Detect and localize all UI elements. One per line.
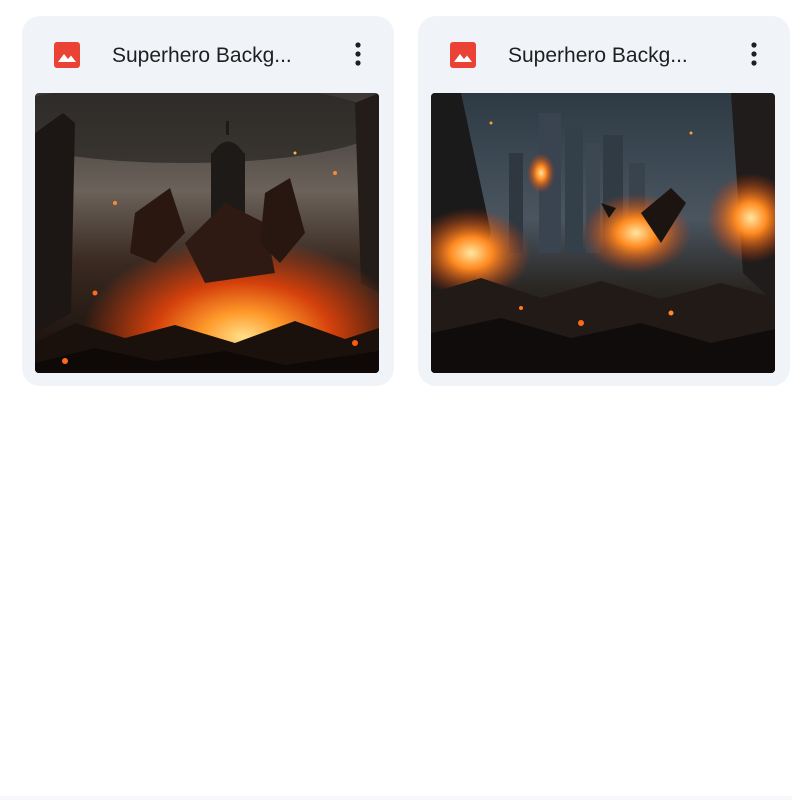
- more-options-button[interactable]: [736, 36, 772, 72]
- image-icon: [450, 42, 476, 68]
- file-thumbnail[interactable]: [431, 93, 775, 373]
- file-title: Superhero Backg...: [508, 44, 688, 67]
- more-options-button[interactable]: [340, 36, 376, 72]
- file-title: Superhero Backg...: [112, 44, 292, 67]
- image-icon: [54, 42, 80, 68]
- more-vert-icon: [355, 42, 361, 66]
- divider: [0, 796, 792, 800]
- file-card-header: Superhero Backg...: [418, 16, 790, 93]
- file-card[interactable]: Superhero Backg...: [22, 16, 394, 386]
- more-vert-icon: [751, 42, 757, 66]
- file-grid: Superhero Backg... Superhero Backg...: [0, 0, 792, 800]
- file-card[interactable]: Superhero Backg...: [418, 16, 790, 386]
- file-card-header: Superhero Backg...: [22, 16, 394, 93]
- file-thumbnail[interactable]: [35, 93, 379, 373]
